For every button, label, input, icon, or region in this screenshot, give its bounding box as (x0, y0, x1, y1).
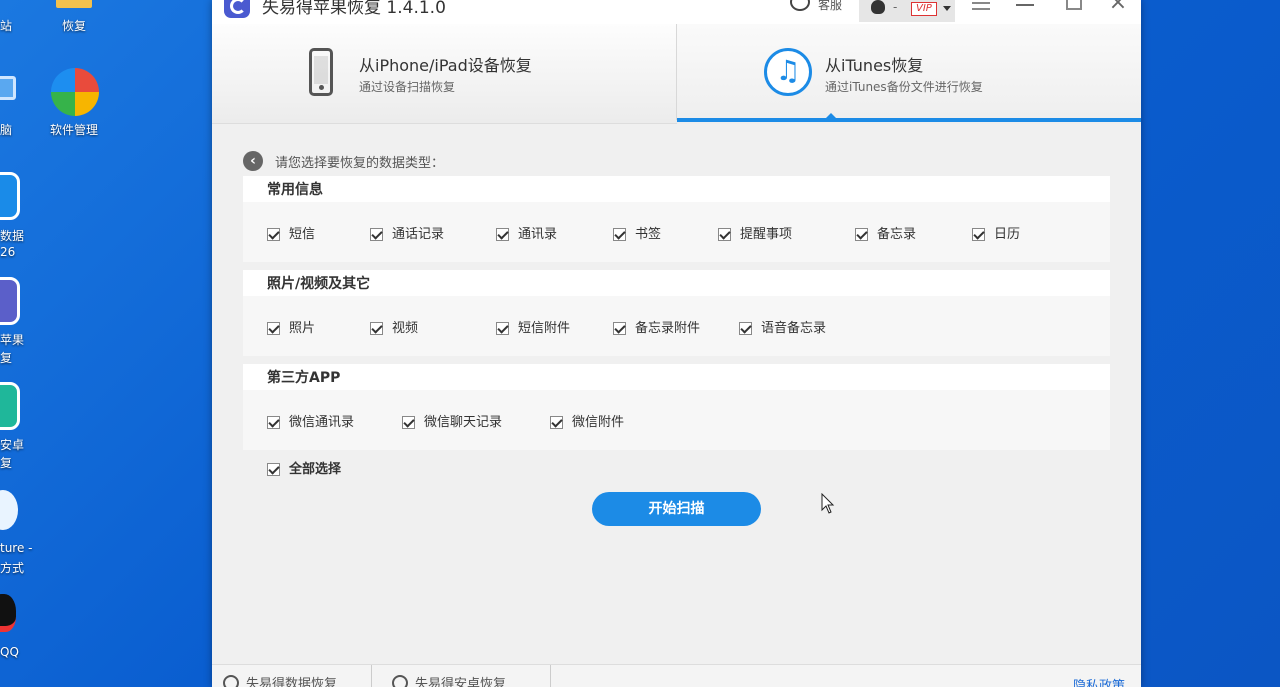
checkbox-label: 通讯录 (518, 227, 558, 242)
checkbox-label: 通话记录 (392, 227, 445, 242)
checkbox-label: 短信附件 (518, 321, 571, 336)
customer-service-link[interactable]: 客服 (818, 0, 842, 13)
window-title: 失易得苹果恢复 1.4.1.0 (262, 0, 446, 18)
check-icon[interactable] (613, 322, 626, 335)
data-recovery-logo-icon (223, 675, 239, 687)
chat-bubble-icon[interactable] (790, 0, 810, 11)
android-recovery-app-icon[interactable] (0, 382, 20, 430)
checkbox-label: 书签 (635, 227, 662, 242)
caret-down-icon[interactable] (943, 6, 951, 11)
checkbox-label: 短信 (289, 227, 316, 242)
checkbox-label: 语音备忘录 (761, 321, 827, 336)
capture-app-icon[interactable] (0, 490, 18, 530)
checkbox-label: 备忘录 (877, 227, 917, 242)
tab-title: 从iTunes恢复 (825, 56, 924, 75)
check-icon[interactable] (496, 228, 509, 241)
recovery-app-icon[interactable] (0, 172, 20, 220)
phone-icon (309, 48, 333, 96)
android-recovery-logo-icon (392, 675, 408, 687)
check-icon[interactable] (267, 463, 280, 476)
section-title: 照片/视频及其它 (243, 270, 1110, 296)
tab-subtitle: 通过设备扫描恢复 (359, 80, 456, 94)
close-icon[interactable]: × (1103, 0, 1133, 16)
footer-link-data-recovery[interactable]: 失易得数据恢复 (246, 673, 337, 687)
desktop-icon-label: 恢复 (61, 19, 86, 33)
tab-itunes-recovery[interactable]: ♫ 从iTunes恢复 通过iTunes备份文件进行恢复 (677, 24, 1141, 124)
qq-penguin-icon[interactable] (0, 594, 16, 632)
footer-bar: 失易得数据恢复 失易得安卓恢复 隐私政策 (212, 664, 1141, 687)
mode-tabs: 从iPhone/iPad设备恢复 通过设备扫描恢复 ♫ 从iTunes恢复 通过… (212, 24, 1141, 124)
app-logo-icon (224, 0, 250, 18)
music-note-icon: ♫ (764, 48, 812, 96)
minimize-icon[interactable] (1010, 0, 1040, 16)
pinwheel-icon[interactable] (51, 68, 99, 116)
check-icon[interactable] (972, 228, 985, 241)
check-icon[interactable] (402, 416, 415, 429)
desktop-label-clipped: 复 (0, 456, 13, 470)
desktop-label-clipped: 数据 (0, 229, 25, 243)
check-icon[interactable] (613, 228, 626, 241)
app-window: 失易得苹果恢复 1.4.1.0 客服 - VIP × 从iPhone/iPad设… (212, 0, 1141, 687)
footer-link-android-recovery[interactable]: 失易得安卓恢复 (415, 673, 506, 687)
desktop-icon-software-manager[interactable]: 软件管理 (39, 121, 109, 139)
checkbox-label: 视频 (392, 321, 419, 336)
folder-icon[interactable] (56, 0, 92, 8)
checkbox-label: 提醒事项 (740, 227, 793, 242)
check-icon[interactable] (718, 228, 731, 241)
checkbox-label: 微信附件 (572, 415, 625, 430)
check-icon[interactable] (496, 322, 509, 335)
desktop-icon-recovery-folder[interactable]: 恢复 (39, 17, 109, 35)
mouse-pointer-icon (821, 493, 835, 514)
privacy-policy-link[interactable]: 隐私政策 (1073, 675, 1125, 687)
checkbox-label: 微信聊天记录 (424, 415, 503, 430)
check-icon[interactable] (267, 416, 280, 429)
desktop-label-clipped: 苹果 (0, 333, 25, 347)
section-title: 第三方APP (243, 364, 1110, 390)
maximize-icon[interactable] (1057, 0, 1087, 16)
desktop-label-clipped: 26 (0, 245, 16, 259)
check-icon[interactable] (855, 228, 868, 241)
tab-title: 从iPhone/iPad设备恢复 (359, 56, 532, 75)
hamburger-menu-icon[interactable] (966, 0, 996, 20)
desktop-label-clipped: 方式 (0, 561, 25, 575)
apple-recovery-app-icon[interactable] (0, 277, 20, 325)
checkbox-label: 全部选择 (289, 462, 342, 477)
check-icon[interactable] (267, 228, 280, 241)
tab-device-recovery[interactable]: 从iPhone/iPad设备恢复 通过设备扫描恢复 (212, 24, 676, 124)
section-third-party-app: 第三方APP 微信通讯录 微信聊天记录 微信附件 (243, 364, 1110, 450)
computer-icon[interactable] (0, 76, 16, 100)
title-bar[interactable]: 失易得苹果恢复 1.4.1.0 客服 - VIP × (212, 0, 1141, 24)
checkbox-label: 照片 (289, 321, 316, 336)
checkbox-label: 备忘录附件 (635, 321, 701, 336)
checkbox-label: 日历 (994, 227, 1021, 242)
check-icon[interactable] (267, 322, 280, 335)
desktop-label-clipped: 复 (0, 351, 13, 365)
check-icon[interactable] (370, 228, 383, 241)
user-name: - (893, 0, 898, 14)
footer-divider (371, 665, 372, 687)
checkbox-label: 微信通讯录 (289, 415, 355, 430)
desktop-label-clipped: QQ (0, 645, 19, 659)
footer-divider (550, 665, 551, 687)
desktop-label-clipped: 脑 (0, 123, 13, 137)
back-arrow-icon[interactable]: ‹ (243, 151, 263, 171)
user-menu[interactable]: - VIP (859, 0, 955, 22)
user-avatar-icon (871, 0, 885, 14)
desktop-label-clipped: 安卓 (0, 438, 25, 452)
section-title: 常用信息 (243, 176, 1110, 202)
desktop-label-clipped: ture - (0, 541, 33, 555)
desktop-label-clipped: 站 (0, 19, 13, 33)
vip-badge: VIP (911, 2, 937, 16)
desktop-icon-label: 软件管理 (49, 123, 98, 137)
active-tab-indicator (677, 118, 1141, 122)
section-common-info: 常用信息 短信 通话记录 通讯录 书签 提醒事项 备忘录 日历 (243, 176, 1110, 262)
check-icon[interactable] (370, 322, 383, 335)
data-type-prompt: 请您选择要恢复的数据类型： (275, 156, 445, 171)
section-media-other: 照片/视频及其它 照片 视频 短信附件 备忘录附件 语音备忘录 (243, 270, 1110, 356)
tab-subtitle: 通过iTunes备份文件进行恢复 (825, 80, 983, 94)
start-scan-button[interactable]: 开始扫描 (592, 492, 761, 526)
desktop: 站 恢复 脑 软件管理 数据 26 苹果 复 安卓 复 ture - 方式 QQ (0, 0, 212, 687)
check-icon[interactable] (550, 416, 563, 429)
check-icon[interactable] (739, 322, 752, 335)
